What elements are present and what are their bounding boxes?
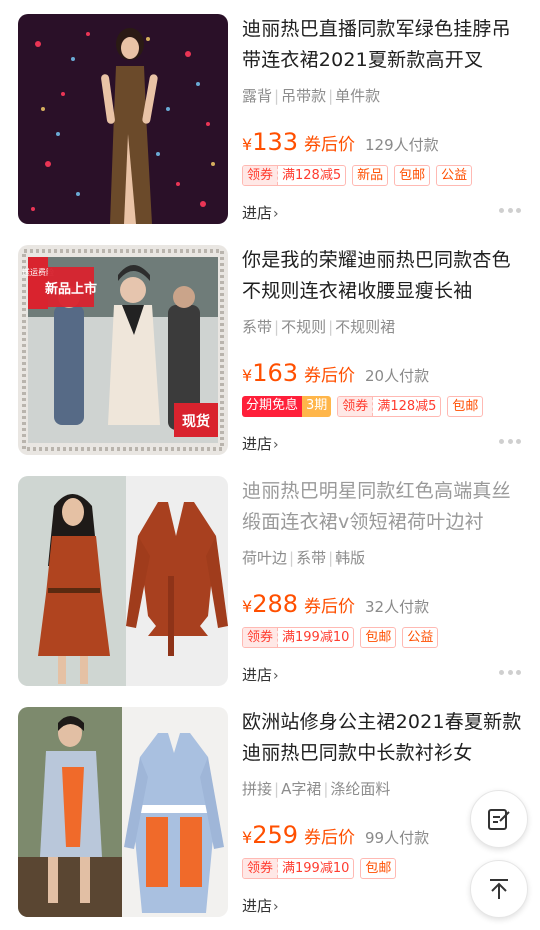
attr: 荷叶边 (242, 549, 288, 567)
tag-row: 领券 满199减10 包邮 公益 (242, 627, 439, 649)
product-image[interactable] (18, 476, 228, 686)
price-row: ¥133 券后价 129人付款 (242, 128, 439, 158)
attr: 系带 (296, 549, 327, 567)
attr: 不规则 (281, 318, 327, 336)
feedback-button[interactable] (470, 790, 528, 848)
price: 288 (252, 590, 298, 618)
more-icon[interactable] (499, 208, 521, 214)
tag-free-shipping: 包邮 (360, 627, 397, 648)
coupon-tag[interactable]: 领券 满199减10 (242, 627, 355, 648)
product-title[interactable]: 迪丽热巴明星同款红色高端真丝缎面连衣裙v领短裙荷叶边衬 (242, 476, 527, 538)
product-card[interactable]: 送运费险 新品上市 现货 你是我的荣耀迪丽热巴同款杏色不规则连衣裙收腰显瘦长袖 … (0, 231, 540, 462)
coupon-tag[interactable]: 领券 满128减5 (242, 165, 347, 186)
tag-free-shipping: 包邮 (394, 165, 431, 186)
price-row: ¥288 券后价 32人付款 (242, 590, 429, 620)
product-attributes: 露背 | 吊带款 | 单件款 (242, 87, 381, 105)
product-info: 你是我的荣耀迪丽热巴同款杏色不规则连衣裙收腰显瘦长袖 系带 | 不规则 | 不规则裙 ¥… (242, 245, 527, 457)
attr: 拼接 (242, 780, 273, 798)
price-row: ¥259 券后价 99人付款 (242, 821, 429, 851)
product-title[interactable]: 你是我的荣耀迪丽热巴同款杏色不规则连衣裙收腰显瘦长袖 (242, 245, 527, 307)
currency-symbol: ¥ (242, 597, 253, 616)
enter-store-link[interactable]: 进店› (242, 435, 279, 453)
attr: 系带 (242, 318, 273, 336)
chevron-right-icon: › (273, 899, 279, 915)
price-label: 券后价 (304, 135, 355, 155)
back-to-top-button[interactable] (470, 860, 528, 918)
attr: 韩版 (335, 549, 366, 567)
product-title[interactable]: 欧洲站修身公主裙2021春夏新款迪丽热巴同款中长款衬衫女 (242, 707, 527, 769)
attr: 吊带款 (281, 87, 327, 105)
store-row: 进店› (242, 202, 527, 224)
tag-free-shipping: 包邮 (447, 396, 484, 417)
paid-count: 20人付款 (365, 367, 430, 385)
store-row: 进店› (242, 433, 527, 455)
price-row: ¥163 券后价 20人付款 (242, 359, 429, 389)
product-image[interactable] (18, 707, 228, 917)
price-label: 券后价 (304, 597, 355, 617)
currency-symbol: ¥ (242, 135, 253, 154)
back-to-top-icon (490, 879, 508, 899)
tag-free-shipping: 包邮 (360, 858, 397, 879)
edit-note-icon (488, 809, 510, 830)
enter-store-link[interactable]: 进店› (242, 204, 279, 222)
attr: 单件款 (335, 87, 381, 105)
attr: 不规则裙 (335, 318, 396, 336)
paid-count: 32人付款 (365, 598, 430, 616)
more-icon[interactable] (499, 439, 521, 445)
tag-new: 新品 (352, 165, 389, 186)
product-info: 迪丽热巴明星同款红色高端真丝缎面连衣裙v领短裙荷叶边衬 荷叶边 | 系带 | 韩版 ¥2… (242, 476, 527, 688)
product-title[interactable]: 迪丽热巴直播同款军绿色挂脖吊带连衣裙2021夏新款高开叉 (242, 14, 527, 76)
chevron-right-icon: › (273, 437, 279, 453)
product-info: 迪丽热巴直播同款军绿色挂脖吊带连衣裙2021夏新款高开叉 露背 | 吊带款 | 单件款 … (242, 14, 527, 226)
store-row: 进店› (242, 664, 527, 686)
attr: 露背 (242, 87, 273, 105)
paid-count: 99人付款 (365, 829, 430, 847)
installment-tag[interactable]: 分期免息 3期 (242, 396, 332, 417)
currency-symbol: ¥ (242, 366, 253, 385)
price-label: 券后价 (304, 828, 355, 848)
product-card[interactable]: 迪丽热巴明星同款红色高端真丝缎面连衣裙v领短裙荷叶边衬 荷叶边 | 系带 | 韩版 ¥2… (0, 462, 540, 693)
product-card[interactable]: 欧洲站修身公主裙2021春夏新款迪丽热巴同款中长款衬衫女 拼接 | A字裙 | 涤纶面料… (0, 693, 540, 924)
product-image[interactable] (18, 14, 228, 224)
attr: 涤纶面料 (330, 780, 391, 798)
coupon-tag[interactable]: 领券 满199减10 (242, 858, 355, 879)
price: 133 (252, 128, 298, 156)
image-logo-text: 新品上市 (45, 281, 97, 297)
image-stamp-text: 现货 (182, 413, 210, 430)
enter-store-link[interactable]: 进店› (242, 666, 279, 684)
coupon-tag[interactable]: 领券 满128减5 (337, 396, 442, 417)
chevron-right-icon: › (273, 206, 279, 222)
more-icon[interactable] (499, 670, 521, 676)
tag-row: 领券 满128减5 新品 包邮 公益 (242, 165, 473, 187)
tag-row: 领券 满199减10 包邮 (242, 858, 397, 880)
tag-charity: 公益 (402, 627, 439, 648)
enter-store-link[interactable]: 进店› (242, 897, 279, 915)
price: 259 (252, 821, 298, 849)
paid-count: 129人付款 (365, 136, 439, 154)
price: 163 (252, 359, 298, 387)
tag-charity: 公益 (436, 165, 473, 186)
tag-row: 分期免息 3期 领券 满128减5 包邮 (242, 396, 484, 418)
product-image[interactable]: 送运费险 新品上市 现货 (18, 245, 228, 455)
chevron-right-icon: › (273, 668, 279, 684)
price-label: 券后价 (304, 366, 355, 386)
product-card[interactable]: 迪丽热巴直播同款军绿色挂脖吊带连衣裙2021夏新款高开叉 露背 | 吊带款 | 单件款 … (0, 0, 540, 231)
product-attributes: 系带 | 不规则 | 不规则裙 (242, 318, 396, 336)
product-attributes: 荷叶边 | 系带 | 韩版 (242, 549, 366, 567)
currency-symbol: ¥ (242, 828, 253, 847)
attr: A字裙 (281, 780, 322, 798)
